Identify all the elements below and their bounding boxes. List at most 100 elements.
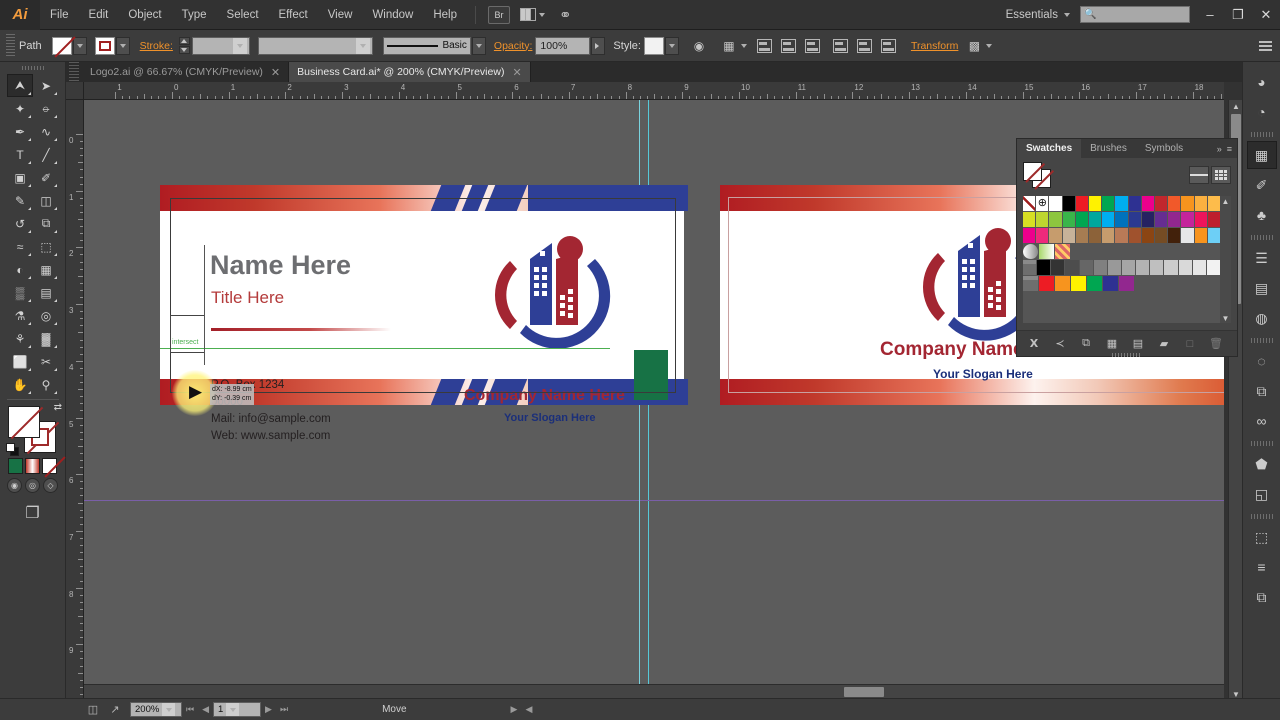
swatch-options-icon[interactable]: ⧉: [1075, 335, 1097, 353]
layers-panel-icon[interactable]: ⬟: [1247, 450, 1277, 478]
tab-logo2[interactable]: Logo2.ai @ 66.67% (CMYK/Preview) ✕: [82, 62, 290, 82]
swatch-color[interactable]: [1206, 260, 1221, 276]
stroke-dropdown[interactable]: [115, 36, 130, 55]
swatch-color[interactable]: [1039, 276, 1055, 292]
slice-tool-icon[interactable]: ✂: [33, 350, 59, 373]
panel-menu-icon[interactable]: ≡: [1227, 144, 1232, 154]
gradient-mode-button[interactable]: [25, 458, 40, 474]
control-bar-options-menu[interactable]: [1259, 40, 1272, 51]
recolor-artwork-icon[interactable]: ◉: [689, 36, 709, 56]
rotate-tool-icon[interactable]: ↺: [7, 212, 33, 235]
stroke-panel-icon[interactable]: ☰: [1247, 244, 1277, 272]
swatch-color[interactable]: [1062, 212, 1076, 228]
swatch-color[interactable]: [1102, 196, 1116, 212]
panel-fill-swatch[interactable]: [1023, 162, 1042, 181]
new-color-group-icon[interactable]: ▦: [1101, 335, 1123, 353]
swatch-color[interactable]: [1128, 196, 1142, 212]
swatches-panel-icon[interactable]: ▦: [1246, 141, 1277, 169]
share-on-behance-icon[interactable]: ↗: [104, 699, 126, 720]
color-guide-panel-icon[interactable]: ◔: [1247, 98, 1277, 126]
close-button[interactable]: ✕: [1252, 0, 1280, 30]
stroke-weight-stepper[interactable]: [178, 37, 190, 54]
tab-strip-grip[interactable]: [69, 62, 79, 82]
align-left-icon[interactable]: [755, 36, 775, 56]
swatch-color[interactable]: [1065, 260, 1080, 276]
swatch-color[interactable]: [1155, 228, 1169, 244]
perspective-grid-tool-icon[interactable]: ▦: [33, 258, 59, 281]
menu-help[interactable]: Help: [423, 0, 467, 30]
horizontal-ruler[interactable]: 1 0 1 2 3 4 5 6 7 8 9 10 11 12 13 14 15 16 17 18: [84, 82, 1224, 100]
magic-wand-tool-icon[interactable]: ✦: [7, 97, 33, 120]
type-tool-icon[interactable]: T: [7, 143, 33, 166]
menu-type[interactable]: Type: [172, 0, 217, 30]
stroke-color-swatch[interactable]: [94, 36, 115, 55]
panel-fill-stroke-indicator[interactable]: [1023, 162, 1053, 188]
close-icon[interactable]: ✕: [271, 66, 280, 79]
swatch-color[interactable]: [1093, 260, 1108, 276]
scroll-down-icon[interactable]: ▼: [1220, 313, 1231, 323]
stroke-weight-field[interactable]: [191, 36, 250, 55]
swatch-color[interactable]: [1062, 228, 1076, 244]
artboard-nav-prev[interactable]: ◀: [198, 704, 213, 715]
zoom-tool-icon[interactable]: ⚲: [33, 373, 59, 396]
panel-resize-grip[interactable]: [1112, 353, 1142, 357]
swatch-group-folder[interactable]: [1023, 276, 1039, 292]
free-transform-tool-icon[interactable]: ⬚: [33, 235, 59, 258]
artboard-tool-icon[interactable]: ⬜: [7, 350, 33, 373]
direct-selection-tool-icon[interactable]: ➤: [33, 74, 59, 97]
new-folder-icon[interactable]: ▰: [1153, 335, 1175, 353]
draw-behind-icon[interactable]: ◎: [25, 478, 40, 493]
distribute-top-icon[interactable]: [831, 36, 851, 56]
brush-definition-field[interactable]: Basic: [382, 36, 471, 55]
scroll-up-icon[interactable]: ▲: [1220, 196, 1231, 206]
list-view-button[interactable]: [1189, 166, 1209, 184]
horizontal-scrollbar[interactable]: [84, 684, 1224, 698]
swatch-color[interactable]: [1049, 212, 1063, 228]
swatch-color[interactable]: [1150, 260, 1165, 276]
swatch-color[interactable]: [1075, 196, 1090, 212]
artboards-panel-icon[interactable]: ◱: [1247, 480, 1277, 508]
swatch-gradient-green[interactable]: [1039, 244, 1055, 260]
fill-swatch[interactable]: [8, 406, 40, 438]
swatch-color[interactable]: [1155, 196, 1169, 212]
swatch-color[interactable]: [1141, 212, 1156, 228]
menu-select[interactable]: Select: [217, 0, 269, 30]
zoom-level-field[interactable]: 200%: [130, 702, 182, 717]
swatch-color[interactable]: [1055, 276, 1071, 292]
chevron-down-icon[interactable]: [162, 703, 176, 716]
draw-normal-icon[interactable]: ◉: [7, 478, 22, 493]
menu-view[interactable]: View: [318, 0, 363, 30]
distribute-bottom-icon[interactable]: [879, 36, 899, 56]
opacity-label[interactable]: Opacity:: [494, 40, 533, 52]
swatch-pattern[interactable]: [1055, 244, 1071, 260]
artboard-number-field[interactable]: 1: [213, 702, 262, 717]
swatch-color[interactable]: [1192, 260, 1207, 276]
swatch-color[interactable]: [1168, 196, 1182, 212]
menu-file[interactable]: File: [40, 0, 79, 30]
swatch-color[interactable]: [1049, 228, 1063, 244]
select-similar-icon[interactable]: ▦: [719, 36, 739, 56]
transform-label[interactable]: Transform: [911, 40, 958, 52]
hand-tool-icon[interactable]: ✋: [7, 373, 33, 396]
vertical-ruler[interactable]: 012345678910: [66, 100, 84, 700]
menu-edit[interactable]: Edit: [79, 0, 119, 30]
brushes-panel-icon[interactable]: ✐: [1247, 171, 1277, 199]
swap-fill-stroke-icon[interactable]: ⇄: [54, 402, 62, 413]
swatch-group-folder[interactable]: [1023, 260, 1038, 276]
stroke-weight-label[interactable]: Stroke:: [140, 40, 173, 52]
swatch-color[interactable]: [1071, 276, 1087, 292]
swatch-color[interactable]: [1023, 212, 1037, 228]
lasso-tool-icon[interactable]: ⦵: [33, 97, 59, 120]
new-swatch-icon[interactable]: □: [1179, 335, 1201, 353]
selection-tool-icon[interactable]: ⮝: [7, 74, 33, 97]
style-dropdown[interactable]: [664, 36, 679, 55]
swatch-color[interactable]: [1023, 228, 1037, 244]
swatch-color[interactable]: [1051, 260, 1066, 276]
swatch-color[interactable]: [1036, 212, 1050, 228]
swatch-color[interactable]: [1181, 196, 1195, 212]
minimize-button[interactable]: –: [1196, 0, 1224, 30]
control-bar-grip[interactable]: [6, 33, 15, 58]
swatch-color[interactable]: [1115, 212, 1129, 228]
creative-cloud-icon[interactable]: ⚭: [559, 6, 572, 24]
shape-builder-tool-icon[interactable]: ◐: [7, 258, 33, 281]
